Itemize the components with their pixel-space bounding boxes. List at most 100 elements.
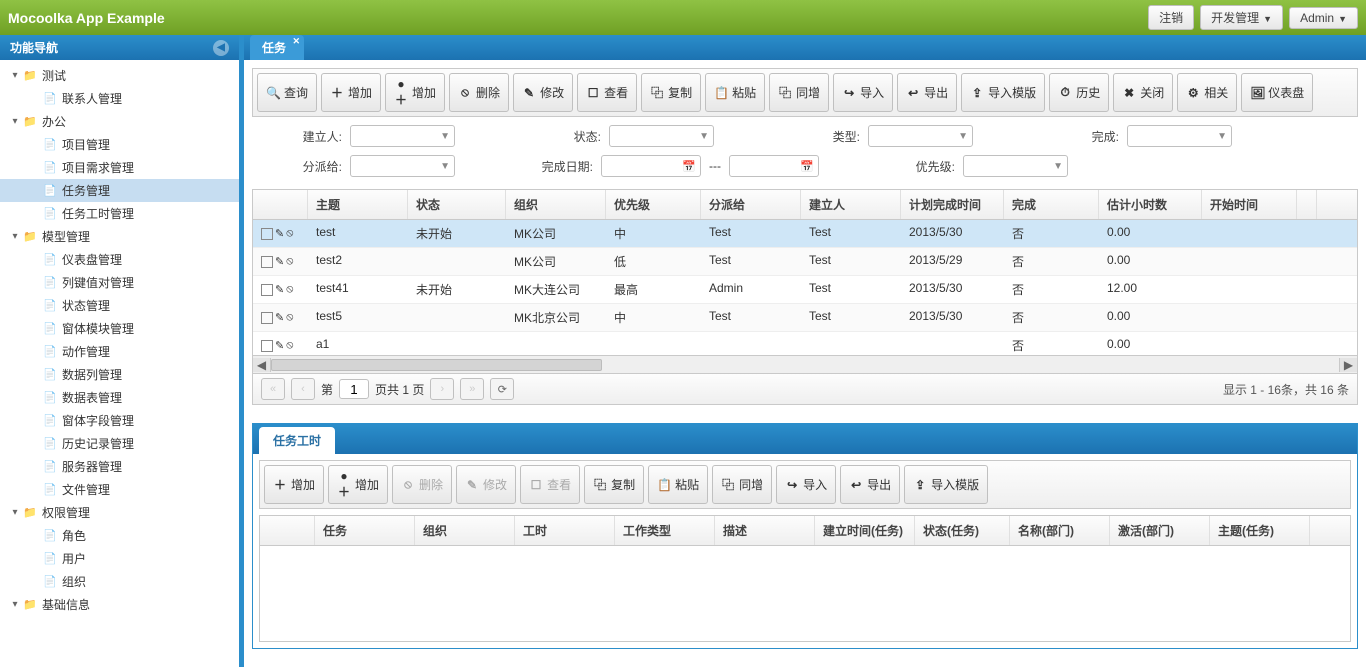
edit-icon[interactable]: ✎ xyxy=(275,227,284,240)
sub-toolbar-删除-button[interactable]: ⦸删除 xyxy=(392,465,452,504)
delete-icon[interactable]: ⦸ xyxy=(286,283,293,296)
next-page-button[interactable]: › xyxy=(430,378,454,400)
sub-col-build-time[interactable]: 建立时间(任务) xyxy=(815,516,915,545)
tree-item[interactable]: ▾📁基础信息 xyxy=(0,593,239,616)
sub-col-dept-name[interactable]: 名称(部门) xyxy=(1010,516,1110,545)
col-creator[interactable]: 建立人 xyxy=(801,190,901,219)
tree-item[interactable]: 📄动作管理 xyxy=(0,340,239,363)
tree-item[interactable]: 📄任务管理 xyxy=(0,179,239,202)
tree-item[interactable]: 📄用户 xyxy=(0,547,239,570)
delete-icon[interactable]: ⦸ xyxy=(286,227,293,240)
toolbar-修改-button[interactable]: ✎修改 xyxy=(513,73,573,112)
tree-item[interactable]: 📄任务工时管理 xyxy=(0,202,239,225)
caret-down-icon[interactable]: ▾ xyxy=(8,231,22,242)
status-combo[interactable]: ▼ xyxy=(609,125,714,147)
tree-item[interactable]: 📄列键值对管理 xyxy=(0,271,239,294)
caret-down-icon[interactable]: ▾ xyxy=(8,116,22,127)
dev-mgmt-button[interactable]: 开发管理▼ xyxy=(1200,5,1283,30)
logout-button[interactable]: 注销 xyxy=(1148,5,1194,30)
toolbar-历史-button[interactable]: ⏱历史 xyxy=(1049,73,1109,112)
done-date-from[interactable]: 📅 xyxy=(601,155,701,177)
edit-icon[interactable]: ✎ xyxy=(275,311,284,324)
col-done[interactable]: 完成 xyxy=(1004,190,1099,219)
table-row[interactable]: ✎⦸test41未开始MK大连公司最高AdminTest2013/5/30否12… xyxy=(253,276,1357,304)
collapse-left-icon[interactable]: ◀ xyxy=(213,40,229,56)
assign-combo[interactable]: ▼ xyxy=(350,155,455,177)
sub-col-dept-active[interactable]: 激活(部门) xyxy=(1110,516,1210,545)
col-start[interactable]: 开始时间 xyxy=(1202,190,1297,219)
tree-item[interactable]: 📄项目管理 xyxy=(0,133,239,156)
col-est[interactable]: 估计小时数 xyxy=(1099,190,1202,219)
tree-item[interactable]: 📄数据列管理 xyxy=(0,363,239,386)
sub-toolbar-增加-button[interactable]: ●＋增加 xyxy=(328,465,388,504)
tree-item[interactable]: ▾📁权限管理 xyxy=(0,501,239,524)
sub-toolbar-同增-button[interactable]: ⿻同增 xyxy=(712,465,772,504)
tree-item[interactable]: 📄组织 xyxy=(0,570,239,593)
table-row[interactable]: ✎⦸test5MK北京公司中TestTest2013/5/30否0.00 xyxy=(253,304,1357,332)
toolbar-删除-button[interactable]: ⦸删除 xyxy=(449,73,509,112)
table-row[interactable]: ✎⦸test未开始MK公司中TestTest2013/5/30否0.00 xyxy=(253,220,1357,248)
edit-icon[interactable]: ✎ xyxy=(275,255,284,268)
edit-icon[interactable]: ✎ xyxy=(275,283,284,296)
toolbar-仪表盘-button[interactable]: 🖼仪表盘 xyxy=(1241,73,1313,112)
creator-combo[interactable]: ▼ xyxy=(350,125,455,147)
col-assign[interactable]: 分派给 xyxy=(701,190,801,219)
sub-toolbar-增加-button[interactable]: ＋增加 xyxy=(264,465,324,504)
tab-task[interactable]: 任务 ✕ xyxy=(250,35,304,60)
caret-down-icon[interactable]: ▾ xyxy=(8,70,22,81)
sub-col-desc[interactable]: 描述 xyxy=(715,516,815,545)
tree-item[interactable]: 📄历史记录管理 xyxy=(0,432,239,455)
delete-icon[interactable]: ⦸ xyxy=(286,311,293,324)
row-checkbox[interactable] xyxy=(261,256,273,268)
scroll-thumb[interactable] xyxy=(271,359,602,371)
row-checkbox[interactable] xyxy=(261,284,273,296)
toolbar-相关-button[interactable]: ⚙相关 xyxy=(1177,73,1237,112)
hscrollbar[interactable]: ◀ ▶ xyxy=(252,356,1358,374)
sub-toolbar-修改-button[interactable]: ✎修改 xyxy=(456,465,516,504)
refresh-button[interactable]: ⟳ xyxy=(490,378,514,400)
col-subject[interactable]: 主题 xyxy=(308,190,408,219)
close-icon[interactable]: ✕ xyxy=(292,36,300,47)
tree-item[interactable]: 📄服务器管理 xyxy=(0,455,239,478)
toolbar-导出-button[interactable]: ↩导出 xyxy=(897,73,957,112)
row-checkbox[interactable] xyxy=(261,312,273,324)
col-priority[interactable]: 优先级 xyxy=(606,190,701,219)
tree-item[interactable]: 📄窗体模块管理 xyxy=(0,317,239,340)
caret-down-icon[interactable]: ▾ xyxy=(8,507,22,518)
tree-item[interactable]: 📄文件管理 xyxy=(0,478,239,501)
caret-down-icon[interactable]: ▾ xyxy=(8,599,22,610)
row-checkbox[interactable] xyxy=(261,228,273,240)
admin-button[interactable]: Admin▼ xyxy=(1289,7,1358,29)
sub-toolbar-导入模版-button[interactable]: ⇪导入模版 xyxy=(904,465,988,504)
sub-col-org[interactable]: 组织 xyxy=(415,516,515,545)
toolbar-同增-button[interactable]: ⿻同增 xyxy=(769,73,829,112)
prev-page-button[interactable]: ‹ xyxy=(291,378,315,400)
done-date-to[interactable]: 📅 xyxy=(729,155,819,177)
tree-item[interactable]: ▾📁办公 xyxy=(0,110,239,133)
tree-item[interactable]: ▾📁模型管理 xyxy=(0,225,239,248)
toolbar-查看-button[interactable]: ☐查看 xyxy=(577,73,637,112)
sub-col-hours[interactable]: 工时 xyxy=(515,516,615,545)
sub-toolbar-查看-button[interactable]: ☐查看 xyxy=(520,465,580,504)
sub-col-worktype[interactable]: 工作类型 xyxy=(615,516,715,545)
tree-item[interactable]: 📄数据表管理 xyxy=(0,386,239,409)
scroll-right-icon[interactable]: ▶ xyxy=(1339,358,1357,372)
sub-tab-task-hours[interactable]: 任务工时 xyxy=(259,427,335,454)
scroll-left-icon[interactable]: ◀ xyxy=(253,358,271,372)
toolbar-复制-button[interactable]: ⿻复制 xyxy=(641,73,701,112)
toolbar-关闭-button[interactable]: ✖关闭 xyxy=(1113,73,1173,112)
col-status[interactable]: 状态 xyxy=(408,190,506,219)
sub-toolbar-导入-button[interactable]: ↪导入 xyxy=(776,465,836,504)
tree-item[interactable]: 📄联系人管理 xyxy=(0,87,239,110)
sub-col-status[interactable]: 状态(任务) xyxy=(915,516,1010,545)
tree-item[interactable]: ▾📁测试 xyxy=(0,64,239,87)
col-plan[interactable]: 计划完成时间 xyxy=(901,190,1004,219)
page-input[interactable] xyxy=(339,379,369,399)
type-combo[interactable]: ▼ xyxy=(868,125,973,147)
toolbar-增加-button[interactable]: ＋增加 xyxy=(321,73,381,112)
row-checkbox[interactable] xyxy=(261,340,273,352)
toolbar-粘贴-button[interactable]: 📋粘贴 xyxy=(705,73,765,112)
tree-item[interactable]: 📄仪表盘管理 xyxy=(0,248,239,271)
toolbar-导入模版-button[interactable]: ⇪导入模版 xyxy=(961,73,1045,112)
tree-item[interactable]: 📄角色 xyxy=(0,524,239,547)
